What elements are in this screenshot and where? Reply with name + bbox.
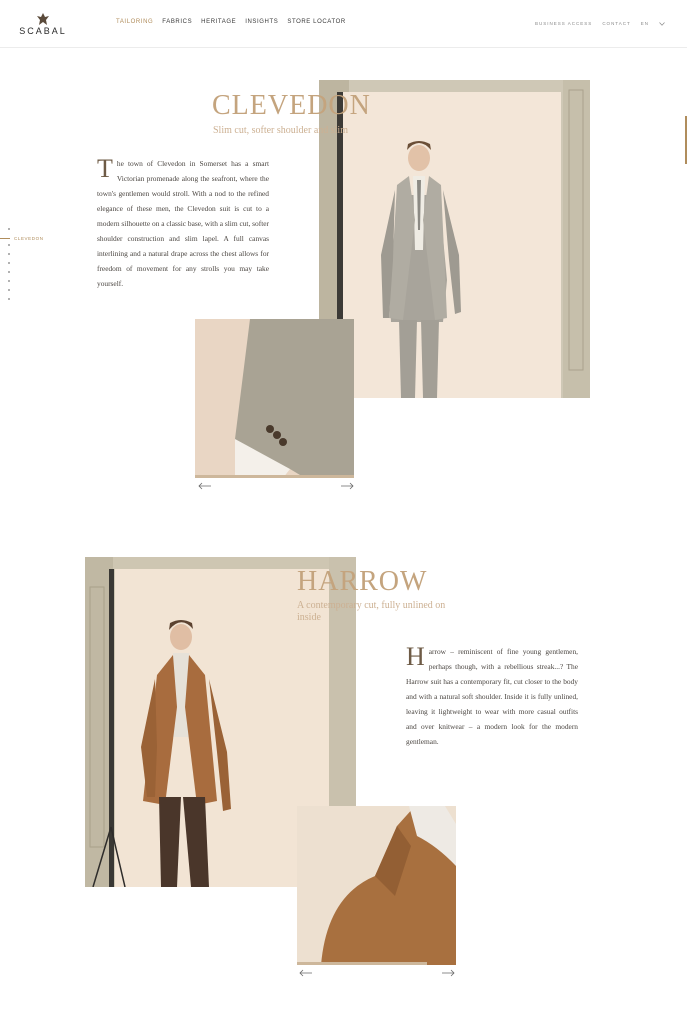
harrow-detail-photo [297,806,456,965]
pager-dot[interactable] [8,298,10,300]
pager-dot[interactable] [8,253,10,255]
clevedon-photo-illustration [319,80,590,398]
arrow-right-icon[interactable] [441,969,455,977]
harrow-detail-illustration [297,806,456,965]
clevedon-drop-cap: T [97,154,113,183]
language-selector[interactable]: EN [641,21,649,26]
pager-active-line [0,238,10,239]
nav-store-locator[interactable]: STORE LOCATOR [287,19,345,25]
nav-fabrics[interactable]: FABRICS [162,19,192,25]
harrow-carousel-arrows [299,969,455,977]
crest-icon [37,13,49,25]
harrow-body-text: arrow – reminiscent of fine young gentle… [406,647,578,746]
clevedon-subtitle: Slim cut, softer shoulder and slim [213,125,348,136]
clevedon-carousel-arrows [198,482,354,490]
pager-dot[interactable] [8,289,10,291]
arrow-left-icon[interactable] [299,969,313,977]
logo[interactable]: SCABAL [16,13,70,36]
arrow-left-icon[interactable] [198,482,212,490]
utility-nav: BUSINESS ACCESS CONTACT EN [535,21,665,26]
clevedon-detail-illustration [195,319,354,478]
pager-dot[interactable] [8,228,10,230]
clevedon-main-photo [319,80,590,398]
chevron-down-icon[interactable] [659,21,665,26]
harrow-drop-cap: H [406,642,425,671]
clevedon-body: The town of Clevedon in Somerset has a s… [97,156,269,291]
pager-dot[interactable] [8,280,10,282]
main-nav: TAILORING FABRICS HERITAGE INSIGHTS STOR… [116,19,346,25]
pager-active[interactable]: CLEVEDON [0,236,44,241]
clevedon-detail-photo [195,319,354,478]
pager-dot[interactable] [8,262,10,264]
pager-dot[interactable] [8,271,10,273]
logo-text: SCABAL [19,26,67,36]
arrow-right-icon[interactable] [340,482,354,490]
pager-dot[interactable] [8,244,10,246]
pager-active-label: CLEVEDON [14,236,44,241]
section-pager: CLEVEDON [0,228,68,307]
clevedon-body-text: he town of Clevedon in Somerset has a sm… [97,159,269,288]
nav-insights[interactable]: INSIGHTS [245,19,278,25]
harrow-subtitle: A contemporary cut, fully unlined on ins… [297,600,446,623]
harrow-title: HARROW [297,566,428,597]
clevedon-title: CLEVEDON [212,90,371,121]
nav-heritage[interactable]: HERITAGE [201,19,236,25]
business-access-link[interactable]: BUSINESS ACCESS [535,21,592,26]
harrow-body: Harrow – reminiscent of fine young gentl… [406,644,578,749]
contact-link[interactable]: CONTACT [602,21,630,26]
site-header: SCABAL TAILORING FABRICS HERITAGE INSIGH… [0,0,687,48]
nav-tailoring[interactable]: TAILORING [116,19,153,25]
